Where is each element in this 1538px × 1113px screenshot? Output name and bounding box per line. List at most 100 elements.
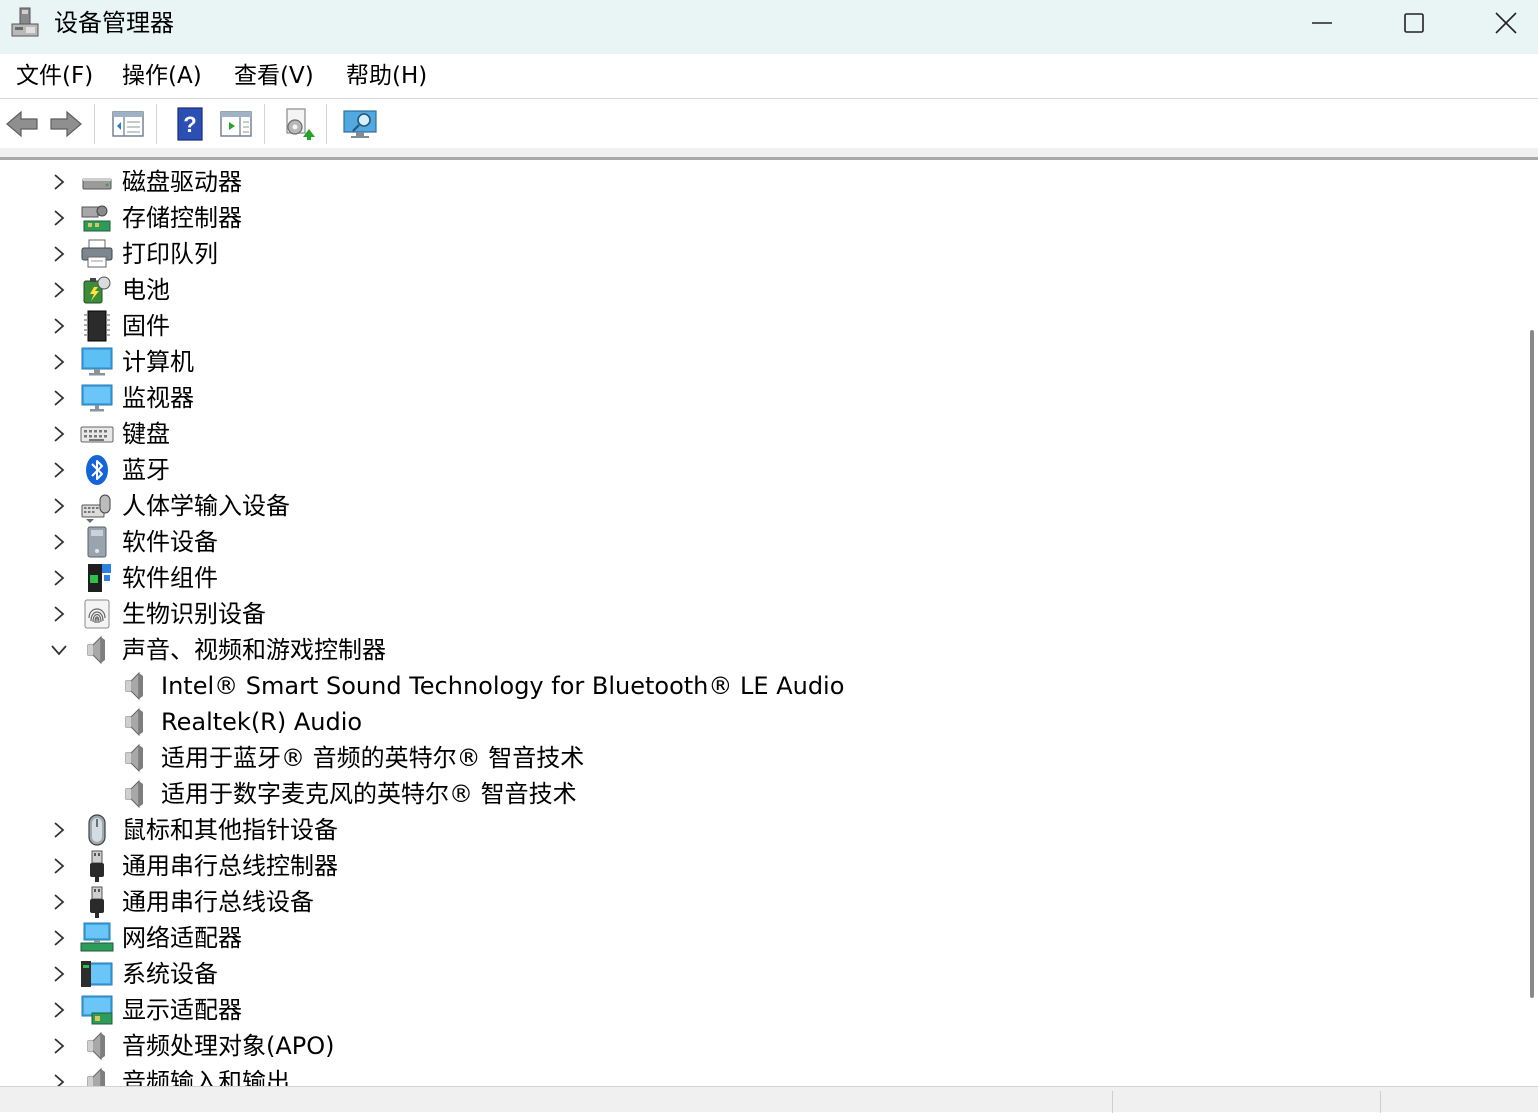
chevron-right-icon [54, 606, 65, 622]
expand-toggle[interactable] [48, 819, 70, 841]
close-icon [1495, 12, 1517, 34]
tree-category[interactable]: 人体学输入设备 [0, 488, 1500, 524]
category-label: 存储控制器 [122, 204, 242, 232]
speaker-icon [125, 779, 143, 809]
category-label: 通用串行总线设备 [122, 888, 314, 916]
expand-toggle[interactable] [48, 999, 70, 1021]
tree-category[interactable]: 显示适配器 [0, 992, 1500, 1028]
scrollbar-thumb[interactable] [1530, 330, 1534, 998]
tree-device[interactable]: Realtek(R) Audio [0, 704, 1500, 740]
category-icon [80, 165, 114, 199]
tree-category[interactable]: 固件 [0, 308, 1500, 344]
expand-toggle[interactable] [48, 459, 70, 481]
menu-action[interactable]: 操作(A) [122, 61, 202, 91]
category-icon [80, 201, 114, 235]
expand-toggle[interactable] [48, 855, 70, 877]
tree-category[interactable]: 系统设备 [0, 956, 1500, 992]
speaker-icon [125, 671, 143, 701]
status-divider [1380, 1091, 1381, 1113]
expand-toggle[interactable] [48, 279, 70, 301]
close-button[interactable] [1460, 0, 1538, 46]
category-icon [80, 525, 114, 559]
expand-toggle[interactable] [48, 387, 70, 409]
device-label: 适用于数字麦克风的英特尔® 智音技术 [161, 780, 577, 808]
expand-toggle[interactable] [48, 1035, 70, 1057]
tree-category[interactable]: 软件组件 [0, 560, 1500, 596]
chevron-right-icon [54, 1038, 65, 1054]
collapse-toggle[interactable] [48, 639, 70, 661]
svg-text:?: ? [183, 112, 196, 137]
tree-category[interactable]: 监视器 [0, 380, 1500, 416]
forward-button[interactable] [46, 104, 86, 144]
category-label: 固件 [122, 312, 170, 340]
console-tree-button[interactable] [108, 104, 148, 144]
category-icon [80, 309, 114, 343]
tree-category[interactable]: 软件设备 [0, 524, 1500, 560]
tree-category[interactable]: 声音、视频和游戏控制器 [0, 632, 1500, 668]
tree-category[interactable]: 通用串行总线设备 [0, 884, 1500, 920]
tree-category[interactable]: 生物识别设备 [0, 596, 1500, 632]
help-button[interactable]: ? [170, 104, 210, 144]
expand-toggle[interactable] [48, 495, 70, 517]
tree-device[interactable]: Intel® Smart Sound Technology for Blueto… [0, 668, 1500, 704]
tree-device[interactable]: 适用于数字麦克风的英特尔® 智音技术 [0, 776, 1500, 812]
chevron-right-icon [54, 1074, 65, 1086]
expand-toggle[interactable] [48, 567, 70, 589]
update-driver-button[interactable] [278, 104, 318, 144]
minimize-button[interactable] [1276, 0, 1368, 46]
menu-help[interactable]: 帮助(H) [346, 61, 427, 91]
device-icon [118, 777, 152, 811]
expand-toggle[interactable] [48, 243, 70, 265]
toolbar-separator [94, 104, 95, 144]
tree-category[interactable]: 音频处理对象(APO) [0, 1028, 1500, 1064]
tree-category[interactable]: 蓝牙 [0, 452, 1500, 488]
category-icon [80, 849, 114, 883]
hid-icon [81, 494, 111, 523]
device-manager-icon [10, 6, 42, 40]
expand-toggle[interactable] [48, 603, 70, 625]
speaker-icon [125, 743, 143, 773]
maximize-button[interactable] [1368, 0, 1460, 46]
menu-view[interactable]: 查看(V) [234, 61, 314, 91]
window-title: 设备管理器 [54, 9, 174, 37]
device-label: Intel® Smart Sound Technology for Blueto… [161, 672, 845, 700]
tree-category[interactable]: 网络适配器 [0, 920, 1500, 956]
category-label: 软件组件 [122, 564, 218, 592]
tree-category[interactable]: 鼠标和其他指针设备 [0, 812, 1500, 848]
action-pane-button[interactable] [216, 104, 256, 144]
expand-toggle[interactable] [48, 531, 70, 553]
expand-toggle[interactable] [48, 963, 70, 985]
category-label: 网络适配器 [122, 924, 242, 952]
chevron-right-icon [54, 858, 65, 874]
chevron-right-icon [54, 174, 65, 190]
back-button[interactable] [2, 104, 42, 144]
chevron-right-icon [54, 210, 65, 226]
menu-file[interactable]: 文件(F) [16, 61, 93, 91]
expand-toggle[interactable] [48, 351, 70, 373]
tree-category[interactable]: 磁盘驱动器 [0, 164, 1500, 200]
tree-category[interactable]: 电池 [0, 272, 1500, 308]
system-device-icon [81, 961, 113, 987]
scan-hardware-button[interactable] [340, 104, 380, 144]
category-label: 显示适配器 [122, 996, 242, 1024]
expand-toggle[interactable] [48, 207, 70, 229]
disk-drive-icon [82, 178, 112, 190]
expand-toggle[interactable] [48, 315, 70, 337]
speaker-icon [87, 1031, 105, 1061]
tree-category[interactable]: 存储控制器 [0, 200, 1500, 236]
tree-category[interactable]: 打印队列 [0, 236, 1500, 272]
expand-toggle[interactable] [48, 927, 70, 949]
tree-device[interactable]: 适用于蓝牙® 音频的英特尔® 智音技术 [0, 740, 1500, 776]
chevron-right-icon [54, 822, 65, 838]
expand-toggle[interactable] [48, 891, 70, 913]
expand-toggle[interactable] [48, 423, 70, 445]
computer-icon [81, 347, 113, 376]
tree-category[interactable]: 音频输入和输出 [0, 1064, 1500, 1086]
expand-toggle[interactable] [48, 171, 70, 193]
category-icon [80, 597, 114, 631]
tree-category[interactable]: 键盘 [0, 416, 1500, 452]
expand-toggle[interactable] [48, 1071, 70, 1086]
tree-category[interactable]: 计算机 [0, 344, 1500, 380]
vertical-scrollbar[interactable] [1516, 160, 1538, 1086]
tree-category[interactable]: 通用串行总线控制器 [0, 848, 1500, 884]
